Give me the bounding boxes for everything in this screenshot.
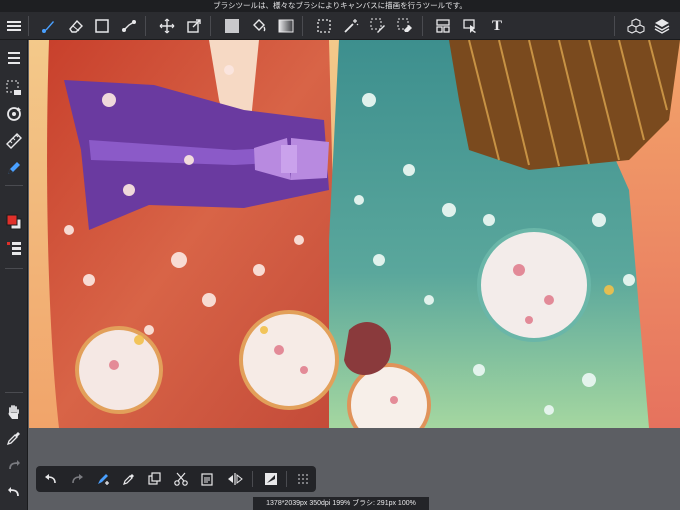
brush-panel-icon[interactable]: [2, 46, 26, 70]
text-icon[interactable]: T: [485, 14, 509, 38]
selection-panel-icon[interactable]: [2, 76, 26, 100]
transform-brush-icon[interactable]: [92, 468, 114, 490]
pen-icon[interactable]: [2, 156, 26, 180]
eyedropper-icon[interactable]: [2, 426, 26, 450]
toolbar-divider: [286, 471, 287, 487]
undo-icon[interactable]: [40, 468, 62, 490]
toolbar-divider: [210, 16, 211, 36]
left-toolbar: [0, 40, 28, 510]
select-rect-icon[interactable]: [312, 14, 336, 38]
eraser-icon[interactable]: [64, 14, 88, 38]
toolbar-divider: [252, 471, 253, 487]
rotate-icon[interactable]: [2, 102, 26, 126]
square-icon[interactable]: [90, 14, 114, 38]
toolbar-divider: [145, 16, 146, 36]
drawing-canvas[interactable]: [29, 40, 680, 428]
move-icon[interactable]: [155, 14, 179, 38]
brush-icon[interactable]: [36, 14, 60, 38]
materials-icon[interactable]: [624, 14, 648, 38]
canvas-icon[interactable]: [260, 468, 282, 490]
quick-action-bar: [36, 466, 316, 492]
toolbar-divider: [422, 16, 423, 36]
toolbar-divider: [28, 16, 29, 36]
paste-icon[interactable]: [196, 468, 218, 490]
canvas-info-bar: 1378*2039px 350dpi 199% ブラシ: 291px 100%: [253, 497, 429, 510]
ruler-icon[interactable]: [2, 129, 26, 153]
gradient-icon[interactable]: [274, 14, 298, 38]
layers-icon[interactable]: [650, 14, 674, 38]
undo-icon[interactable]: [2, 480, 26, 504]
duplicate-icon[interactable]: [144, 468, 166, 490]
select-eraser-icon[interactable]: [393, 14, 417, 38]
toolbar-divider: [5, 268, 23, 269]
eyedropper-icon[interactable]: [118, 468, 140, 490]
toolbar-divider: [614, 16, 615, 36]
dot-line-icon[interactable]: [117, 14, 141, 38]
toolbar-divider: [5, 392, 23, 393]
redo-icon[interactable]: [2, 453, 26, 477]
cut-icon[interactable]: [170, 468, 192, 490]
transform-icon[interactable]: [182, 14, 206, 38]
flip-icon[interactable]: [224, 468, 246, 490]
operation-icon[interactable]: [458, 14, 482, 38]
redo-icon[interactable]: [66, 468, 88, 490]
fill-color-icon[interactable]: [220, 14, 244, 38]
grid-icon[interactable]: [292, 468, 314, 490]
toolbar-divider: [5, 185, 23, 186]
app-window: ブラシツールは、様々なブラシによりキャンバスに描画を行うツールです。 T 137…: [0, 0, 680, 510]
panel-icon[interactable]: [431, 14, 455, 38]
menu-icon[interactable]: [2, 14, 26, 38]
bucket-icon[interactable]: [247, 14, 271, 38]
tool-hint: ブラシツールは、様々なブラシによりキャンバスに描画を行うツールです。: [0, 0, 680, 12]
magic-wand-icon[interactable]: [339, 14, 363, 38]
top-toolbar: T: [0, 12, 680, 40]
toolbar-divider: [302, 16, 303, 36]
select-pen-icon[interactable]: [366, 14, 390, 38]
color-icon[interactable]: [2, 210, 26, 234]
layer-list-icon[interactable]: [2, 236, 26, 260]
hand-icon[interactable]: [2, 400, 26, 424]
